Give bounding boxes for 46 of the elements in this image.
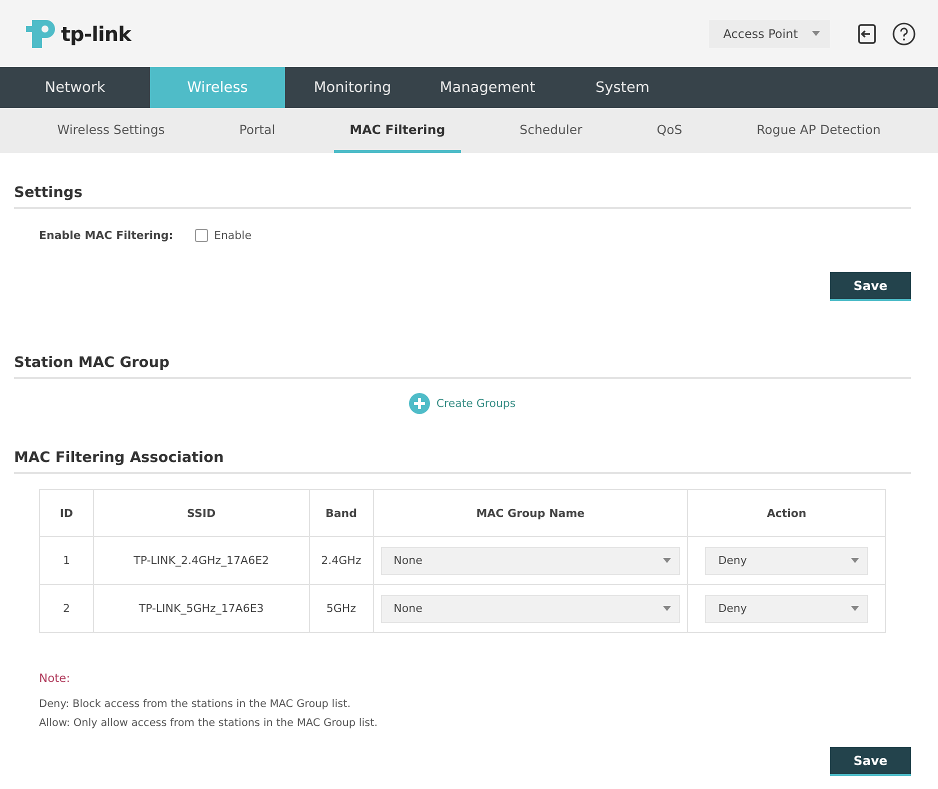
add-icon: [409, 393, 430, 414]
checkbox-label: Enable: [214, 229, 252, 242]
mac-group-select[interactable]: None: [380, 546, 680, 574]
nav-tab[interactable]: System: [555, 67, 690, 108]
caret-icon: [812, 31, 820, 36]
table-cell: 5GHz: [309, 584, 374, 632]
section-title: Station MAC Group: [14, 355, 911, 379]
action-select[interactable]: Deny: [705, 546, 868, 574]
note-text: Deny: Block access from the stations in the MAC Group list.: [39, 697, 352, 712]
sub-tab[interactable]: Rogue AP Detection: [740, 108, 897, 153]
create-groups-link[interactable]: Create Groups: [409, 393, 516, 414]
save-button[interactable]: Save: [830, 272, 911, 301]
sub-tab[interactable]: Portal: [223, 108, 292, 153]
mode-select[interactable]: Access Point: [709, 20, 830, 48]
help-icon[interactable]: [892, 22, 916, 46]
table-cell: 2: [40, 584, 94, 632]
sub-tab[interactable]: MAC Filtering: [334, 108, 462, 153]
caret-icon: [663, 606, 672, 611]
column-header: ID: [40, 490, 94, 536]
caret-icon: [851, 558, 859, 563]
caret-icon: [663, 558, 672, 563]
caret-icon: [851, 606, 859, 611]
save-button[interactable]: Save: [830, 747, 911, 776]
column-header: Action: [688, 490, 886, 536]
action-select[interactable]: Deny: [705, 594, 868, 622]
sub-tab[interactable]: Scheduler: [504, 108, 598, 153]
section-title: Settings: [14, 185, 911, 209]
table-cell: TP-LINK_5GHz_17A6E3: [93, 584, 310, 632]
nav-tab[interactable]: Management: [420, 67, 555, 108]
column-header: MAC Group Name: [373, 490, 688, 536]
nav-tab[interactable]: Monitoring: [285, 67, 420, 108]
field-label: Enable MAC Filtering:: [39, 229, 174, 242]
note-title: Note:: [39, 671, 72, 685]
note-text: Allow: Only allow access from the stations in the MAC Group list.: [39, 716, 379, 731]
column-header: SSID: [93, 490, 310, 536]
column-header: Band: [309, 490, 374, 536]
nav-tab[interactable]: Network: [0, 67, 150, 108]
table-cell: TP-LINK_2.4GHz_17A6E2: [93, 536, 310, 584]
checkbox[interactable]: [195, 229, 208, 242]
sub-tab[interactable]: QoS: [640, 108, 698, 153]
mac-group-select[interactable]: None: [380, 594, 680, 622]
section-title: MAC Filtering Association: [14, 450, 911, 474]
logo-text: tp-link: [61, 22, 131, 46]
table-cell: 2.4GHz: [309, 536, 374, 584]
sub-tab[interactable]: Wireless Settings: [41, 108, 181, 153]
table-cell: 1: [40, 536, 94, 584]
